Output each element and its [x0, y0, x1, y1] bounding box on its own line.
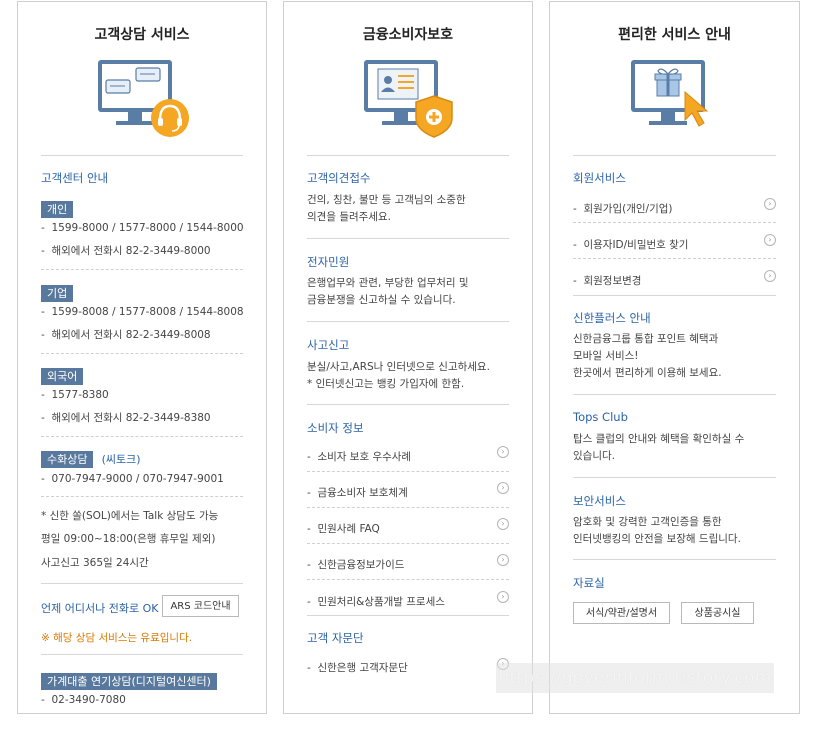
watermark: https://goverinform.tistory.com — [496, 663, 774, 693]
chevron-circle-icon: › — [497, 554, 509, 566]
panel-title: 금융소비자보호 — [362, 27, 454, 43]
section-docs: 자료실 — [573, 576, 605, 590]
section-advisory: 고객 자문단 — [307, 631, 364, 645]
section-e-complaint[interactable]: 전자민원 — [307, 254, 349, 270]
list-item-consumer-2[interactable]: - 민원사례 FAQ › — [307, 517, 509, 535]
chevron-circle-icon: › — [497, 518, 509, 530]
list-item-consumer-4[interactable]: - 민원처리&상품개발 프로세스 › — [307, 590, 509, 608]
list-item-member-2[interactable]: - 회원정보변경 › — [573, 269, 776, 287]
customer-service-panel: 고객상담 서비스 고객센터 안내 개인 - 1599-8000 / 1577-8… — [17, 1, 267, 714]
tops-desc-2: 있습니다. — [573, 450, 615, 462]
list-item-advisory-0[interactable]: - 신한은행 고객자문단 › — [307, 656, 509, 674]
complaint-desc-1: 은행업무와 관련, 부당한 업무처리 및 — [307, 277, 469, 289]
gift-monitor-icon — [630, 60, 708, 127]
tops-desc-1: 탑스 클럽의 안내와 혜택을 확인하실 수 — [573, 433, 745, 445]
list-item-consumer-1[interactable]: - 금융소비자 보호체계 › — [307, 481, 509, 499]
security-desc-2: 인터넷뱅킹의 안전을 보장해 드립니다. — [573, 533, 741, 545]
section-shinhan-plus[interactable]: 신한플러스 안내 — [573, 310, 651, 326]
panel-title: 고객상담 서비스 — [94, 27, 190, 43]
chevron-circle-icon: › — [497, 591, 509, 603]
chevron-circle-icon: › — [497, 482, 509, 494]
list-item-member-0[interactable]: - 회원가입(개인/기업) › — [573, 197, 776, 215]
plus-desc-2: 모바일 서비스! — [573, 350, 639, 362]
list-item-consumer-0[interactable]: - 소비자 보호 우수사례 › — [307, 445, 509, 463]
badge-sign-language: 수화상담 — [41, 451, 94, 468]
accident-desc-1: 분실/사고,ARS나 인터넷으로 신고하세요. — [307, 361, 490, 373]
section-accident[interactable]: 사고신고 — [307, 337, 349, 353]
list-item-consumer-3[interactable]: - 신한금융정보가이드 › — [307, 553, 509, 571]
section-customer-center: 고객센터 안내 — [41, 171, 109, 185]
badge-foreign: 외국어 — [41, 368, 84, 385]
complaint-desc-2: 금융분쟁을 신고하실 수 있습니다. — [307, 294, 456, 306]
section-security[interactable]: 보안서비스 — [573, 493, 626, 509]
security-desc-1: 암호화 및 강력한 고객인증을 통한 — [573, 516, 722, 528]
personal-numbers: 1599-8000 / 1577-8000 / 1544-8000 — [51, 222, 244, 234]
paid-notice: ※ 해당 상담 서비스는 유료입니다. — [41, 632, 193, 644]
accident-note: 사고신고 365일 24시간 — [41, 557, 149, 569]
product-disclosure-button[interactable]: 상품공시실 — [681, 602, 754, 624]
shield-plus-icon — [415, 95, 453, 138]
foreign-overseas: 해외에서 전화시 82-2-3449-8380 — [51, 412, 211, 424]
forms-terms-button[interactable]: 서식/약관/설명서 — [573, 602, 670, 624]
personal-overseas: 해외에서 전화시 82-2-3449-8000 — [51, 245, 211, 257]
headset-icon — [151, 99, 189, 137]
ars-code-button[interactable]: ARS 코드안내 — [162, 595, 239, 617]
panel-title: 편리한 서비스 안내 — [618, 27, 731, 43]
chevron-circle-icon: › — [764, 270, 776, 282]
badge-loan: 가계대출 연기상담(디지털여신센터) — [41, 673, 217, 690]
foreign-numbers: 1577-8380 — [51, 389, 109, 401]
sign-numbers: 070-7947-9000 / 070-7947-9001 — [51, 473, 224, 485]
chevron-circle-icon: › — [497, 446, 509, 458]
accident-desc-2: * 인터넷신고는 뱅킹 가입자에 한함. — [307, 378, 465, 390]
opinion-desc-1: 건의, 칭찬, 불만 등 고객님의 소중한 — [307, 194, 466, 206]
opinion-desc-2: 의견을 들려주세요. — [307, 211, 391, 223]
plus-desc-1: 신한금융그룹 통합 포인트 혜택과 — [573, 333, 719, 345]
corporate-numbers: 1599-8008 / 1577-8008 / 1544-8008 — [51, 306, 244, 318]
plus-desc-3: 한곳에서 편리하게 이용해 보세요. — [573, 367, 722, 379]
consumer-protection-panel: 금융소비자보호 고객의견접수 건의, 칭찬, 불만 등 고객님의 소중한 의견을… — [283, 1, 533, 714]
loan-number: 02-3490-7080 — [51, 694, 126, 706]
chevron-circle-icon: › — [764, 198, 776, 210]
ars-text: 언제 어디서나 전화로 OK — [41, 602, 159, 615]
talk-note: * 신한 쏠(SOL)에서는 Talk 상담도 가능 — [41, 510, 219, 522]
document-monitor-icon — [364, 60, 453, 138]
section-tops-club[interactable]: Tops Club — [573, 410, 628, 424]
corporate-overseas: 해외에서 전화시 82-2-3449-8008 — [51, 329, 211, 341]
badge-personal: 개인 — [41, 201, 74, 218]
hours-note: 평일 09:00~18:00(은행 휴무일 제외) — [41, 533, 216, 545]
section-member: 회원서비스 — [573, 171, 626, 185]
section-opinion[interactable]: 고객의견접수 — [307, 170, 370, 186]
chat-monitor-icon — [98, 60, 189, 137]
convenient-service-panel: 편리한 서비스 안내 회원서비스 - 회원가입(개인/기업) › - 이용자ID… — [549, 1, 800, 714]
chevron-circle-icon: › — [764, 234, 776, 246]
sign-language-link[interactable]: (씨토크) — [102, 453, 141, 466]
badge-corporate: 기업 — [41, 285, 74, 302]
list-item-member-1[interactable]: - 이용자ID/비밀번호 찾기 › — [573, 233, 776, 251]
section-consumer-info: 소비자 정보 — [307, 421, 364, 435]
